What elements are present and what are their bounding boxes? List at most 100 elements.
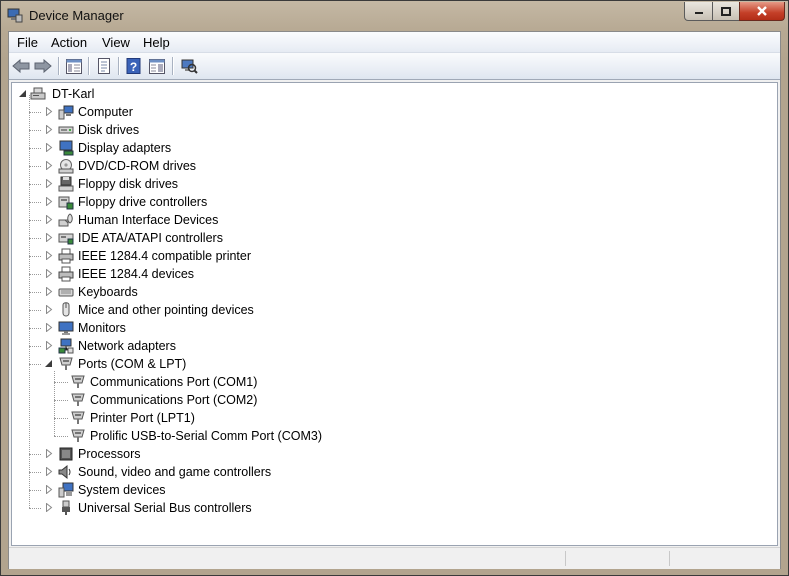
tree-category-label: Floppy drive controllers [78, 195, 208, 209]
expand-arrow-icon[interactable] [45, 287, 54, 296]
close-button[interactable] [739, 2, 785, 21]
expand-arrow-icon[interactable] [45, 341, 54, 350]
tree-category-ieee-1284-4-compatible-printer[interactable]: IEEE 1284.4 compatible printer [24, 247, 284, 265]
show-hide-button[interactable] [147, 56, 167, 76]
tree-category-computer[interactable]: Computer [24, 103, 284, 121]
tree-category-processors[interactable]: Processors [24, 445, 284, 463]
tree-category-display-adapters[interactable]: Display adapters [24, 139, 284, 157]
menu-action[interactable]: Action [51, 34, 87, 51]
tree-category-label: IEEE 1284.4 compatible printer [78, 249, 252, 263]
tree-category-label: Display adapters [78, 141, 172, 155]
expand-arrow-icon[interactable] [45, 305, 54, 314]
tree-category-keyboards[interactable]: Keyboards [24, 283, 284, 301]
maximize-button[interactable] [712, 2, 740, 21]
expand-arrow-icon[interactable] [45, 503, 54, 512]
maximize-icon [721, 6, 731, 16]
system-devices-icon [58, 482, 74, 498]
tree-category-mice-and-other-pointing-devices[interactable]: Mice and other pointing devices [24, 301, 284, 319]
floppy-drive-icon [58, 176, 74, 192]
tree-category-ide-ata-atapi-controllers[interactable]: IDE ATA/ATAPI controllers [24, 229, 284, 247]
tree-category-universal-serial-bus-controllers[interactable]: Universal Serial Bus controllers [24, 499, 284, 517]
tree-category-disk-drives[interactable]: Disk drives [24, 121, 284, 139]
minimize-button[interactable] [684, 2, 713, 21]
help-button[interactable]: ? [124, 56, 144, 76]
tree-category-label: System devices [78, 483, 166, 497]
scan-hardware-icon [181, 59, 198, 74]
tree-category-label: Disk drives [78, 123, 140, 137]
port-icon [71, 429, 85, 442]
tree-category-label: Human Interface Devices [78, 213, 219, 227]
tree-category-floppy-disk-drives[interactable]: Floppy disk drives [24, 175, 284, 193]
status-pane-1 [565, 551, 566, 566]
back-button[interactable] [11, 56, 31, 76]
tree-category-label: Sound, video and game controllers [78, 465, 272, 479]
title-bar[interactable]: Device Manager [1, 1, 788, 31]
tree-port-item[interactable]: Communications Port (COM1) [68, 373, 358, 391]
display-adapter-icon [59, 140, 74, 156]
ide-controller-icon [58, 233, 74, 245]
expand-arrow-icon[interactable] [45, 125, 54, 134]
computer-root-icon [30, 87, 46, 100]
device-tree[interactable]: DT-Karl Computer Disk drives Display adapt… [11, 82, 778, 546]
scan-hardware-button[interactable] [179, 56, 199, 76]
tree-port-item[interactable]: Communications Port (COM2) [68, 391, 358, 409]
expand-arrow-icon[interactable] [45, 107, 54, 116]
toolbar: ? [9, 53, 780, 80]
console-tree-icon [66, 58, 82, 74]
console-tree-button[interactable] [64, 56, 84, 76]
tree-category-network-adapters[interactable]: Network adapters [24, 337, 284, 355]
printer-icon [58, 266, 74, 282]
expand-arrow-icon[interactable] [45, 485, 54, 494]
collapse-arrow-icon[interactable] [44, 359, 53, 368]
properties-icon [98, 58, 110, 74]
expand-arrow-icon[interactable] [45, 323, 54, 332]
expand-arrow-icon[interactable] [45, 215, 54, 224]
collapse-arrow-icon[interactable] [18, 89, 27, 98]
tree-category-label: IEEE 1284.4 devices [78, 267, 195, 281]
menu-help[interactable]: Help [143, 34, 170, 51]
expand-arrow-icon[interactable] [45, 197, 54, 206]
usb-icon [62, 500, 70, 515]
tree-category-dvd-cd-rom-drives[interactable]: DVD/CD-ROM drives [24, 157, 284, 175]
tree-port-label: Communications Port (COM1) [90, 375, 258, 389]
menu-view[interactable]: View [102, 34, 130, 51]
expand-arrow-icon[interactable] [45, 161, 54, 170]
tree-port-item[interactable]: Prolific USB-to-Serial Comm Port (COM3) [68, 427, 358, 445]
tree-category-ports-com-lpt[interactable]: Ports (COM & LPT) [24, 355, 284, 373]
expand-arrow-icon[interactable] [45, 449, 54, 458]
tree-category-label: Keyboards [78, 285, 138, 299]
forward-button[interactable] [33, 56, 53, 76]
tree-category-label: Floppy disk drives [78, 177, 179, 191]
forward-icon [34, 59, 52, 73]
help-icon: ? [126, 58, 141, 74]
tree-port-label: Communications Port (COM2) [90, 393, 258, 407]
tree-category-monitors[interactable]: Monitors [24, 319, 284, 337]
menu-file[interactable]: File [17, 34, 38, 51]
tree-category-ieee-1284-4-devices[interactable]: IEEE 1284.4 devices [24, 265, 284, 283]
properties-button[interactable] [94, 56, 114, 76]
expand-arrow-icon[interactable] [45, 143, 54, 152]
device-manager-app-icon [7, 8, 23, 23]
tree-category-floppy-drive-controllers[interactable]: Floppy drive controllers [24, 193, 284, 211]
expand-arrow-icon[interactable] [45, 233, 54, 242]
tree-category-sound-video-and-game-controllers[interactable]: Sound, video and game controllers [24, 463, 284, 481]
window-title: Device Manager [29, 8, 124, 23]
tree-category-label: Ports (COM & LPT) [78, 357, 187, 371]
processor-icon [59, 447, 73, 461]
expand-arrow-icon[interactable] [45, 269, 54, 278]
computer-icon [58, 105, 74, 120]
monitor-icon [58, 321, 74, 335]
tree-category-label: Universal Serial Bus controllers [78, 501, 252, 515]
expand-arrow-icon[interactable] [45, 251, 54, 260]
expand-arrow-icon[interactable] [45, 179, 54, 188]
expand-arrow-icon[interactable] [45, 467, 54, 476]
tree-category-label: DVD/CD-ROM drives [78, 159, 197, 173]
tree-port-item[interactable]: Printer Port (LPT1) [68, 409, 358, 427]
port-icon [59, 357, 73, 370]
disk-drive-icon [58, 126, 74, 134]
show-hide-icon [149, 58, 165, 74]
tree-category-human-interface-devices[interactable]: Human Interface Devices [24, 211, 284, 229]
tree-category-system-devices[interactable]: System devices [24, 481, 284, 499]
dvd-drive-icon [58, 159, 74, 174]
tree-root[interactable]: DT-Karl [16, 85, 126, 103]
